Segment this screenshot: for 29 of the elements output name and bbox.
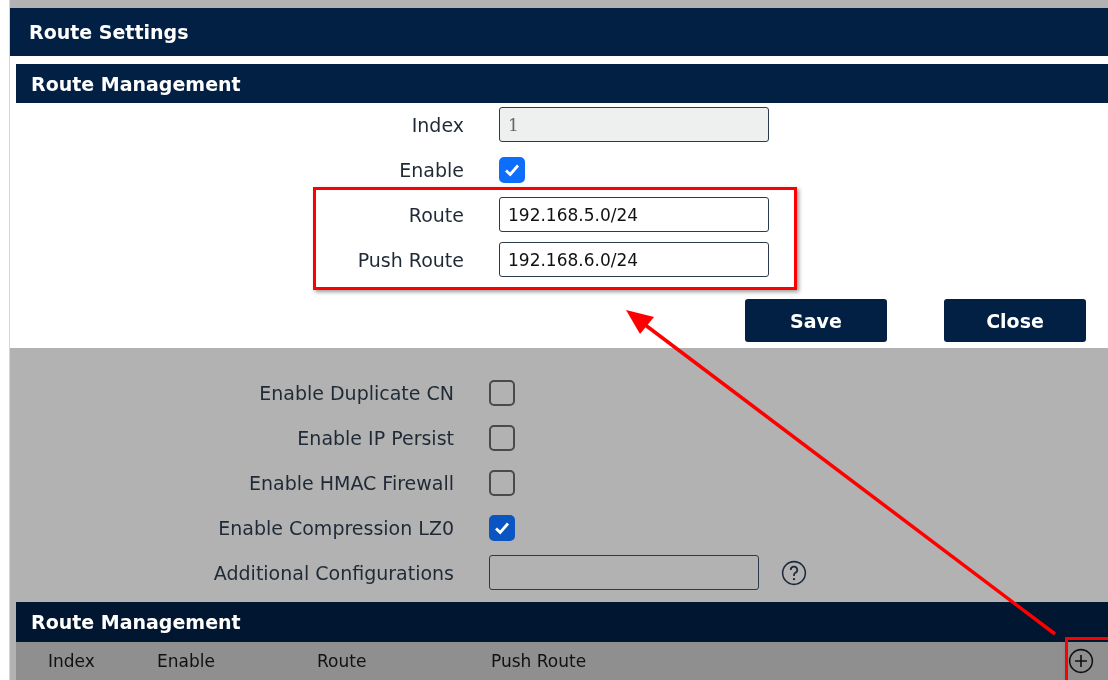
field-label: Enable [399,158,464,181]
column-header: Route [317,651,368,671]
dialog-button[interactable]: Save [745,299,887,342]
input-field[interactable]: 192.168.6.0/24 [499,242,769,277]
field-label: Index [411,113,464,136]
field-label: Additional Configurations [213,561,454,584]
checkbox[interactable] [499,156,525,183]
input-field[interactable]: 192.168.5.0/24 [499,197,769,232]
field-label: Enable Duplicate CN [259,381,454,404]
field-label: Push Route [357,248,464,271]
dialog-button[interactable]: Close [944,299,1086,342]
dialog-title: Route Settings [10,8,1108,56]
section-header: Route Management [16,602,1108,642]
field-label: Enable IP Persist [297,426,454,449]
field-label: Enable HMAC Firewall [248,471,454,494]
column-header: Enable [157,651,216,671]
section-header: Route Management [16,64,1108,103]
column-header: Push Route [491,651,588,671]
field-label: Route [408,203,464,226]
column-header: Index [48,651,96,671]
checkbox[interactable] [489,469,515,496]
checkbox[interactable] [489,424,515,451]
checkbox[interactable] [489,514,515,541]
field-label: Enable Compression LZ0 [218,516,454,539]
add-icon[interactable] [1068,648,1094,674]
highlight-box [1065,637,1108,680]
input-field[interactable] [489,555,759,590]
checkbox[interactable] [489,379,515,406]
help-icon[interactable] [781,559,807,586]
